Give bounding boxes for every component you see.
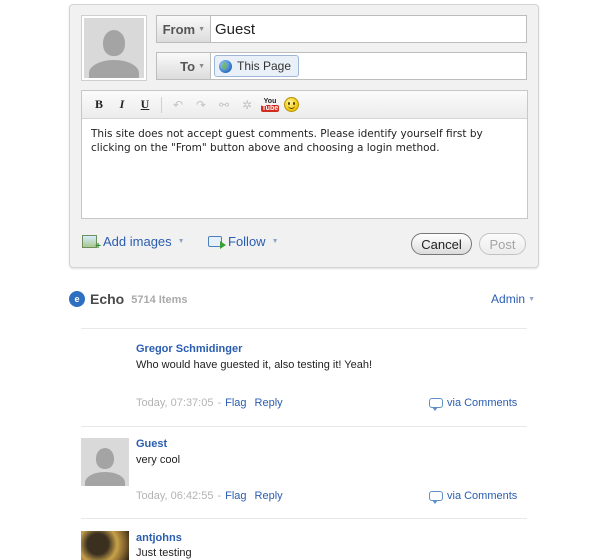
add-images-label: Add images: [103, 234, 172, 249]
user-photo: [81, 531, 129, 560]
flag-link[interactable]: Flag: [225, 397, 246, 409]
chevron-down-icon: ▼: [177, 238, 185, 245]
add-images-button[interactable]: Add images ▼: [82, 234, 185, 252]
comment-timestamp: Today, 06:42:55: [136, 490, 214, 502]
from-button[interactable]: From ▼: [157, 16, 211, 42]
comment-meta: Today, 06:42:55 - Flag Reply: [136, 490, 283, 502]
via-label: via Comments: [447, 397, 518, 409]
follow-icon: [208, 236, 226, 249]
globe-icon: [219, 59, 232, 73]
chevron-down-icon: ▼: [528, 295, 535, 303]
admin-menu[interactable]: Admin ▼: [491, 292, 535, 306]
follow-button[interactable]: Follow ▼: [208, 234, 279, 249]
via-comments-link[interactable]: via Comments: [429, 397, 518, 411]
post-button[interactable]: Post: [479, 233, 526, 255]
link-icon[interactable]: ⚯: [215, 96, 233, 114]
to-target-pill[interactable]: This Page: [214, 55, 300, 77]
chevron-down-icon: ▼: [198, 25, 205, 33]
follow-label: Follow: [228, 234, 266, 249]
speech-bubble-icon: [429, 491, 443, 504]
composer-avatar: [81, 15, 147, 81]
smiley-icon[interactable]: [284, 97, 299, 112]
editor-toolbar: B I U ↶ ↷ ⚯ ✲ You Tube: [82, 91, 527, 119]
divider: [81, 518, 527, 519]
default-avatar-icon: [81, 438, 129, 486]
to-button[interactable]: To ▼: [157, 53, 211, 79]
reply-link[interactable]: Reply: [255, 397, 283, 409]
item-count: 5714 Items: [131, 294, 188, 306]
undo-icon[interactable]: ↶: [169, 96, 187, 114]
from-field: From ▼ Guest: [156, 15, 527, 43]
divider: [81, 328, 527, 329]
comment-timestamp: Today, 07:37:05: [136, 397, 214, 409]
comment-textarea[interactable]: This site does not accept guest comments…: [82, 119, 527, 163]
stream-header: e Echo 5714 Items Admin ▼: [69, 287, 535, 311]
youtube-icon[interactable]: You Tube: [260, 96, 280, 114]
comment-meta: Today, 07:37:05 - Flag Reply: [136, 397, 283, 409]
reply-link[interactable]: Reply: [255, 490, 283, 502]
comment-body: very cool: [136, 454, 181, 466]
comment-author[interactable]: Gregor Schmidinger: [136, 343, 242, 355]
underline-button[interactable]: U: [136, 96, 154, 114]
comment-editor: B I U ↶ ↷ ⚯ ✲ You Tube This site does no…: [81, 90, 528, 219]
flag-link[interactable]: Flag: [225, 490, 246, 502]
chevron-down-icon: ▼: [271, 238, 279, 245]
comment-body: Just testing: [136, 547, 192, 559]
from-label: From: [162, 21, 196, 37]
from-value[interactable]: Guest: [211, 16, 255, 42]
to-field: To ▼ This Page: [156, 52, 527, 80]
via-comments-link[interactable]: via Comments: [429, 490, 518, 504]
stream-title: Echo: [90, 291, 125, 307]
toolbar-divider: [161, 96, 162, 113]
comment-composer: From ▼ Guest To ▼ This Page B I U ↶ ↷ ⚯ …: [69, 4, 539, 268]
default-avatar-icon: [84, 18, 144, 78]
italic-button[interactable]: I: [113, 96, 131, 114]
echo-logo-icon: e: [69, 291, 85, 307]
comment-body: Who would have guested it, also testing …: [136, 359, 373, 371]
divider: [81, 426, 527, 427]
admin-label: Admin: [491, 292, 526, 306]
avatar: [81, 438, 129, 486]
cancel-button[interactable]: Cancel: [411, 233, 472, 255]
unlink-icon[interactable]: ✲: [238, 96, 256, 114]
to-value: This Page: [237, 59, 292, 73]
avatar: [81, 531, 129, 560]
redo-icon[interactable]: ↷: [192, 96, 210, 114]
comment-author[interactable]: antjohns: [136, 532, 182, 544]
speech-bubble-icon: [429, 398, 443, 411]
bold-button[interactable]: B: [90, 96, 108, 114]
chevron-down-icon: ▼: [198, 62, 205, 70]
comment-author[interactable]: Guest: [136, 438, 167, 450]
to-label: To: [180, 58, 196, 74]
via-label: via Comments: [447, 490, 518, 502]
add-image-icon: [82, 235, 101, 252]
